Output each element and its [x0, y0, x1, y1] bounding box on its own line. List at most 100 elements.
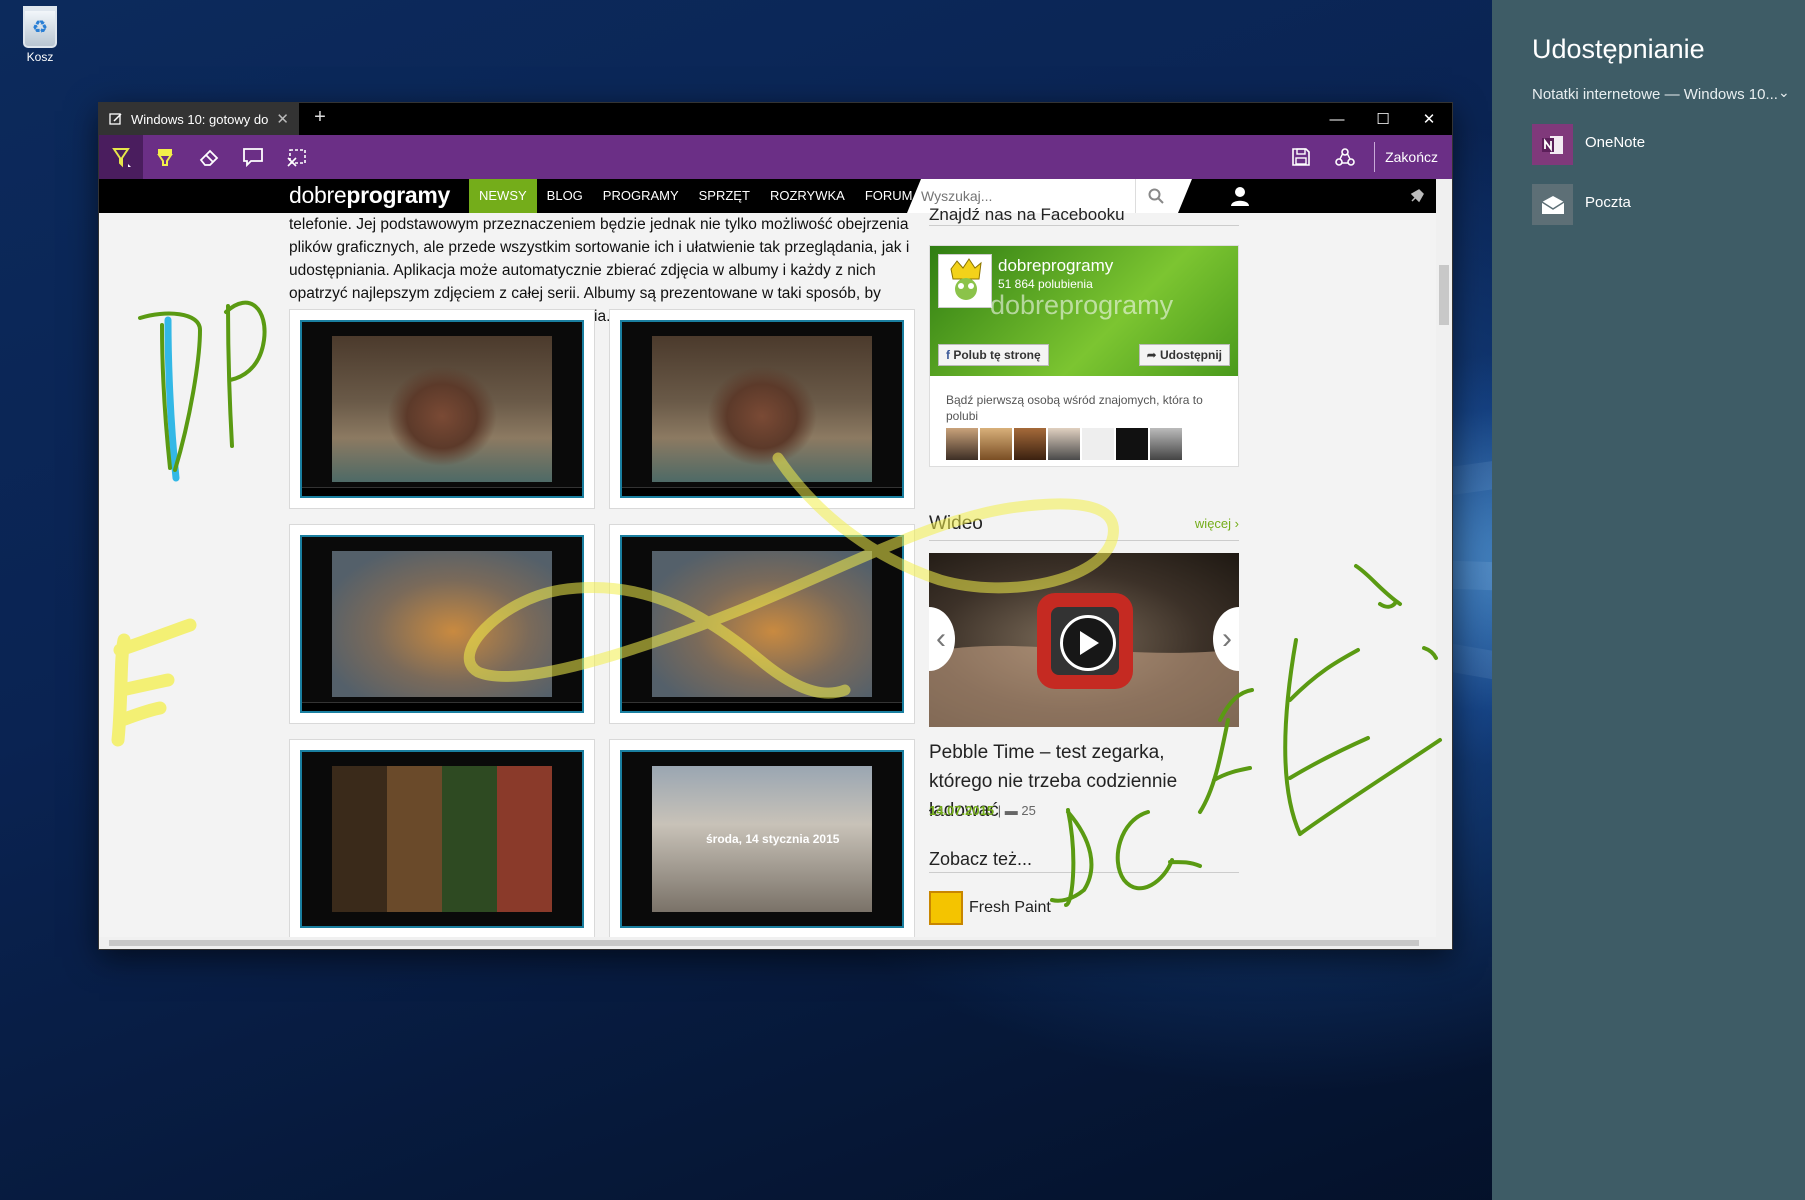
friend-avatar[interactable] — [1150, 428, 1182, 460]
eraser-icon — [199, 149, 219, 166]
article-screenshot-6[interactable]: środa, 14 stycznia 2015 — [609, 739, 915, 937]
clip-icon — [287, 149, 306, 167]
tab-close-icon[interactable]: ✕ — [276, 110, 289, 128]
recycle-bin-label: Kosz — [26, 50, 54, 64]
fresh-paint-icon — [929, 891, 963, 925]
chevron-down-icon[interactable]: ⌄ — [1778, 84, 1790, 101]
facebook-banner: dobreprogramy 51 864 polubienia dobrepro… — [930, 246, 1238, 376]
friend-avatar[interactable] — [1116, 428, 1148, 460]
video-section-header: Wideo więcej › — [929, 513, 1239, 539]
screenshot-frame — [300, 750, 584, 928]
edge-browser-window: Windows 10: gotowy do ✕ + — ☐ ✕ Zakończ … — [99, 103, 1452, 949]
video-player[interactable]: ‹ › — [929, 553, 1239, 727]
share-pane-title: Udostępnianie — [1532, 34, 1705, 64]
beach-photo: środa, 14 stycznia 2015 — [652, 766, 872, 912]
facebook-page-name[interactable]: dobreprogramy — [998, 256, 1113, 276]
article-screenshot-4[interactable] — [609, 524, 915, 724]
friend-avatar[interactable] — [946, 428, 978, 460]
video-meta: 14.07.2015 | ▬ 25 — [929, 803, 1036, 818]
share-web-note-button[interactable] — [1323, 135, 1367, 179]
web-page: dobreprogramy NEWSY BLOG PROGRAMY SPRZĘT ROZ… — [99, 179, 1436, 937]
facebook-heading: Znajdź nas na Facebooku — [929, 205, 1239, 226]
share-target-label: OneNote — [1585, 134, 1646, 151]
comment-tool-button[interactable] — [231, 135, 275, 179]
video-comment-count: 25 — [1021, 803, 1036, 818]
friend-avatar[interactable] — [1048, 428, 1080, 460]
play-icon — [1080, 631, 1099, 655]
see-also-heading: Zobacz też... — [929, 849, 1239, 873]
site-nav-item[interactable]: NEWSY — [469, 179, 537, 213]
recycle-bin[interactable]: Kosz — [14, 6, 66, 64]
share-icon — [1335, 148, 1355, 166]
facebook-banner-watermark: dobreprogramy — [990, 290, 1174, 320]
save-web-note-button[interactable] — [1279, 135, 1323, 179]
article-screenshot-3[interactable] — [289, 524, 595, 724]
screenshot-date-caption: środa, 14 stycznia 2015 — [706, 832, 840, 846]
minimize-button[interactable]: — — [1314, 103, 1360, 135]
pin-icon[interactable] — [1409, 188, 1425, 204]
site-nav-item[interactable]: BLOG — [537, 179, 593, 213]
onenote-icon — [1532, 124, 1573, 165]
photo-edit-preview — [332, 551, 552, 697]
tab-title: Windows 10: gotowy do — [131, 111, 269, 127]
screenshot-frame — [300, 320, 584, 498]
eraser-tool-button[interactable] — [187, 135, 231, 179]
friend-avatar[interactable] — [980, 428, 1012, 460]
facebook-share-button[interactable]: ➦ Udostępnij — [1138, 344, 1230, 366]
taskbar-strip — [302, 702, 582, 711]
crown-mascot-icon — [950, 258, 982, 300]
screenshot-frame — [620, 320, 904, 498]
divider — [929, 540, 1239, 541]
video-heading: Wideo — [929, 513, 983, 534]
taskbar-strip — [622, 702, 902, 711]
article-screenshot-1[interactable] — [289, 309, 595, 509]
article-screenshot-5[interactable] — [289, 739, 595, 937]
vertical-scrollbar[interactable] — [1436, 179, 1452, 937]
logo-regular-text: dobre — [289, 182, 347, 208]
site-nav: NEWSY BLOG PROGRAMY SPRZĘT ROZRYWKA FORUM — [469, 179, 923, 213]
site-logo[interactable]: dobreprogramy — [289, 182, 450, 209]
site-nav-item[interactable]: PROGRAMY — [593, 179, 689, 213]
chevron-right-icon: › — [1222, 622, 1232, 655]
scrollbar-thumb[interactable] — [109, 940, 1419, 946]
article-screenshot-2[interactable] — [609, 309, 915, 509]
chevron-left-icon: ‹ — [936, 622, 946, 655]
comment-icon: ▬ — [1004, 803, 1018, 818]
share-target-mail[interactable]: Poczta — [1532, 184, 1792, 228]
video-play-button[interactable] — [1060, 615, 1116, 671]
scrollbar-thumb[interactable] — [1439, 265, 1449, 325]
user-account-icon[interactable] — [1229, 185, 1251, 207]
horizontal-scrollbar[interactable] — [99, 937, 1452, 949]
friend-avatar[interactable] — [1082, 428, 1114, 460]
taskbar-strip — [302, 487, 582, 496]
site-nav-item[interactable]: SPRZĘT — [689, 179, 760, 213]
facebook-like-label: Polub tę stronę — [953, 348, 1041, 362]
album-grid-preview — [332, 766, 552, 912]
facebook-page-avatar[interactable] — [938, 254, 992, 308]
video-more-link[interactable]: więcej › — [1195, 516, 1239, 531]
browser-tab[interactable]: Windows 10: gotowy do ✕ — [99, 103, 299, 135]
share-target-onenote[interactable]: OneNote — [1532, 124, 1792, 168]
facebook-share-label: Udostępnij — [1160, 348, 1222, 362]
exit-web-note-button[interactable]: Zakończ — [1385, 135, 1438, 179]
new-tab-button[interactable]: + — [305, 106, 335, 132]
close-window-button[interactable]: ✕ — [1406, 103, 1452, 135]
share-source-dropdown[interactable]: Notatki internetowe — Windows 10... — [1532, 86, 1787, 103]
see-also-item[interactable]: Fresh Paint — [929, 891, 1051, 925]
facebook-like-button[interactable]: f Polub tę stronę — [938, 344, 1049, 366]
toolbar-separator — [1374, 142, 1375, 172]
clip-tool-button[interactable] — [275, 135, 319, 179]
site-nav-item[interactable]: ROZRYWKA — [760, 179, 855, 213]
facebook-friend-avatars — [946, 428, 1182, 460]
highlighter-tool-button[interactable] — [143, 135, 187, 179]
maximize-button[interactable]: ☐ — [1360, 103, 1406, 135]
facebook-friends-text: Bądź pierwszą osobą wśród znajomych, któ… — [946, 393, 1203, 423]
recycle-bin-icon — [23, 6, 57, 48]
screenshot-frame — [300, 535, 584, 713]
pen-tool-button[interactable] — [99, 135, 143, 179]
web-note-toolbar: Zakończ — [99, 135, 1452, 179]
dog-photo — [332, 336, 552, 482]
web-note-icon — [109, 113, 122, 125]
facebook-widget: dobreprogramy 51 864 polubienia dobrepro… — [929, 245, 1239, 467]
friend-avatar[interactable] — [1014, 428, 1046, 460]
